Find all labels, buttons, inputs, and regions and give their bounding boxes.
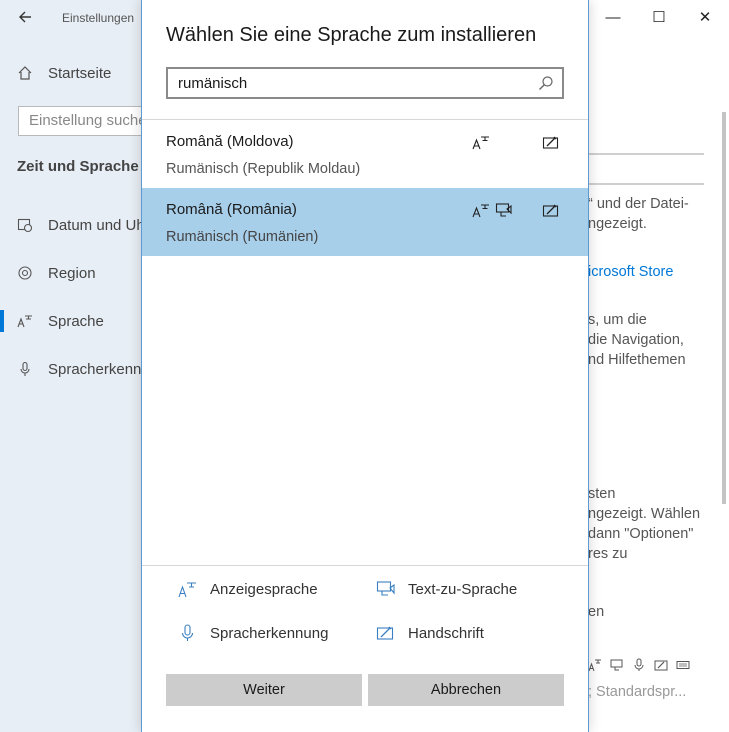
back-arrow-icon[interactable] xyxy=(12,6,38,28)
legend-label: Spracherkennung xyxy=(210,624,329,642)
clock-calendar-icon xyxy=(16,216,34,234)
close-button[interactable]: ✕ xyxy=(688,4,722,30)
language-search-input[interactable] xyxy=(168,69,528,97)
language-list-item-selected[interactable]: Română (România) Rumänisch (Rumänien) xyxy=(142,188,588,256)
app-title: Einstellungen xyxy=(62,11,135,25)
cancel-button[interactable]: Abbrechen xyxy=(368,674,564,706)
microphone-icon xyxy=(634,658,644,671)
legend-handwriting: Handschrift xyxy=(376,624,484,642)
home-icon xyxy=(16,64,34,82)
body-text: ngezeigt. xyxy=(588,216,647,232)
body-text: die Navigation, xyxy=(588,332,684,348)
nav-item-label: Sprache xyxy=(48,312,104,330)
language-name: Română (Moldova) xyxy=(166,133,294,150)
display-language-icon xyxy=(178,582,196,598)
divider xyxy=(588,183,704,185)
handwriting-icon xyxy=(376,626,394,640)
language-subtitle: Rumänisch (Rumänien) xyxy=(166,229,319,245)
language-list-item[interactable]: Română (Moldova) Rumänisch (Republik Mol… xyxy=(142,120,588,188)
language-search-box[interactable] xyxy=(166,67,564,99)
display-language-icon xyxy=(588,659,601,672)
text-to-speech-icon xyxy=(610,659,623,671)
legend-label: Handschrift xyxy=(408,624,484,642)
body-text: sten xyxy=(588,486,616,502)
body-text: nd Hilfethemen xyxy=(588,352,686,368)
legend-label: Text-zu-Sprache xyxy=(408,580,518,598)
globe-icon xyxy=(16,264,34,282)
dialog-title: Wählen Sie eine Sprache zum installieren xyxy=(166,24,537,46)
active-indicator xyxy=(0,310,4,332)
language-install-dialog: Wählen Sie eine Sprache zum installieren… xyxy=(141,0,589,732)
language-subtitle: Rumänisch (Republik Moldau) xyxy=(166,161,361,177)
handwriting-icon xyxy=(542,204,559,217)
display-language-icon xyxy=(472,204,489,218)
text-to-speech-icon xyxy=(495,203,512,217)
keyboard-icon xyxy=(676,661,690,669)
section-title: Zeit und Sprache xyxy=(17,158,139,175)
maximize-button[interactable]: ☐ xyxy=(642,4,676,30)
language-feature-icons xyxy=(588,658,690,672)
nav-home[interactable]: Startseite xyxy=(16,64,111,82)
handwriting-icon xyxy=(542,136,559,149)
microphone-icon xyxy=(181,624,194,641)
settings-search-input[interactable]: Einstellung suchen xyxy=(18,106,158,136)
divider xyxy=(142,565,588,566)
minimize-button[interactable]: — xyxy=(596,4,630,30)
body-text: ; Standardspr... xyxy=(588,684,687,700)
search-icon[interactable] xyxy=(538,75,554,91)
nav-item-region[interactable]: Region xyxy=(16,264,96,282)
nav-item-language[interactable]: Sprache xyxy=(16,312,104,330)
legend-speech-recognition: Spracherkennung xyxy=(178,624,328,642)
language-name: Română (România) xyxy=(166,201,297,218)
legend-label: Anzeigesprache xyxy=(210,580,318,598)
legend-display-language: Anzeigesprache xyxy=(178,580,318,598)
body-text: ngezeigt. Wählen xyxy=(588,506,701,522)
microphone-icon xyxy=(16,360,34,378)
body-text: en xyxy=(588,604,605,620)
handwriting-icon xyxy=(654,660,668,671)
store-link[interactable]: icrosoft Store xyxy=(588,262,673,282)
divider xyxy=(588,153,704,155)
body-text: s, um die xyxy=(588,312,647,328)
body-text: res zu xyxy=(588,546,628,562)
next-button[interactable]: Weiter xyxy=(166,674,362,706)
nav-home-label: Startseite xyxy=(48,64,112,82)
display-language-icon xyxy=(472,136,489,150)
body-text: dann "Optionen" xyxy=(588,526,694,542)
scrollbar[interactable] xyxy=(722,112,726,504)
nav-item-label: Region xyxy=(48,264,96,282)
body-text: “ und der Datei- xyxy=(588,196,689,212)
language-icon xyxy=(16,312,34,330)
text-to-speech-icon xyxy=(376,581,395,596)
legend-text-to-speech: Text-zu-Sprache xyxy=(376,580,517,598)
